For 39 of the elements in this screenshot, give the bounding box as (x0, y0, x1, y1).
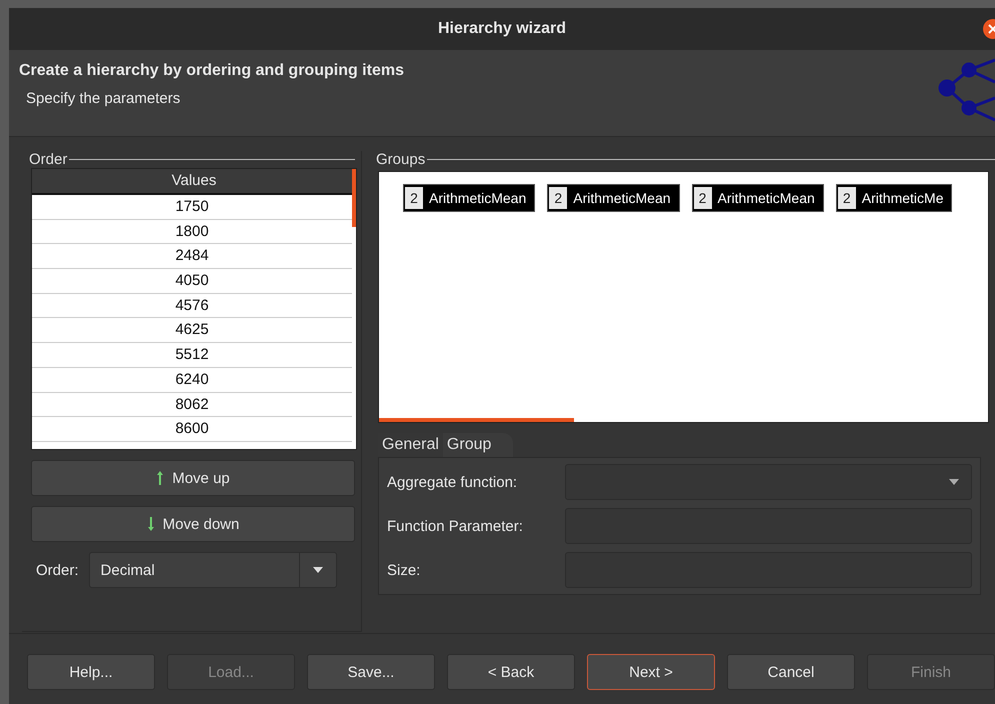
header-subtitle: Specify the parameters (26, 90, 182, 107)
table-cell[interactable]: 2484 (32, 244, 352, 270)
move-up-button[interactable]: Move up (31, 460, 355, 496)
group-item[interactable]: 2 ArithmeticMean (547, 184, 680, 212)
table-cell[interactable]: 5512 (32, 343, 352, 368)
field-label: Size: (387, 562, 422, 578)
table-cell[interactable]: 6240 (32, 368, 352, 392)
order-dropdown[interactable]: Decimal (88, 552, 337, 588)
scrollbar[interactable] (379, 418, 574, 422)
groups-legend: Groups (376, 151, 428, 168)
group-item[interactable]: 2 ArithmeticMean (403, 184, 536, 212)
group-item[interactable]: 2 ArithmeticMe (836, 184, 952, 212)
scrollbar[interactable] (352, 169, 356, 227)
field-label: Aggregate function: (387, 474, 518, 490)
table-cell[interactable]: 1750 (32, 195, 352, 220)
wizard-button[interactable]: < Back (447, 654, 575, 690)
move-down-button[interactable]: Move down (31, 506, 355, 542)
window-title: Hierarchy wizard (438, 20, 566, 38)
table-cell[interactable]: 4576 (32, 294, 352, 318)
group-item[interactable]: 2 ArithmeticMean (692, 184, 824, 212)
order-legend: Order (29, 151, 70, 168)
wizard-button[interactable]: Save... (307, 654, 435, 690)
table-cell[interactable]: 8600 (32, 417, 352, 442)
down-arrow-icon (146, 516, 155, 532)
field-label: Function Parameter: (387, 518, 524, 534)
wizard-button[interactable]: Help... (27, 654, 155, 690)
header-title: Create a hierarchy by ordering and grouping items (19, 62, 405, 80)
tab[interactable]: Group (442, 433, 514, 457)
table-cell[interactable]: 4050 (32, 269, 352, 294)
up-arrow-icon (156, 470, 164, 486)
dropdown-caret-icon (312, 567, 323, 573)
wizard-button[interactable]: Next > (587, 654, 715, 690)
dropdown-caret-icon (949, 479, 959, 485)
order-label: Order: (36, 562, 79, 578)
wizard-button[interactable]: Cancel (727, 654, 855, 690)
table-cell[interactable]: 8062 (32, 392, 352, 418)
table-cell[interactable]: 4625 (32, 318, 352, 344)
aggregate-dropdown[interactable] (565, 464, 972, 500)
table-cell[interactable]: 1800 (32, 220, 352, 244)
